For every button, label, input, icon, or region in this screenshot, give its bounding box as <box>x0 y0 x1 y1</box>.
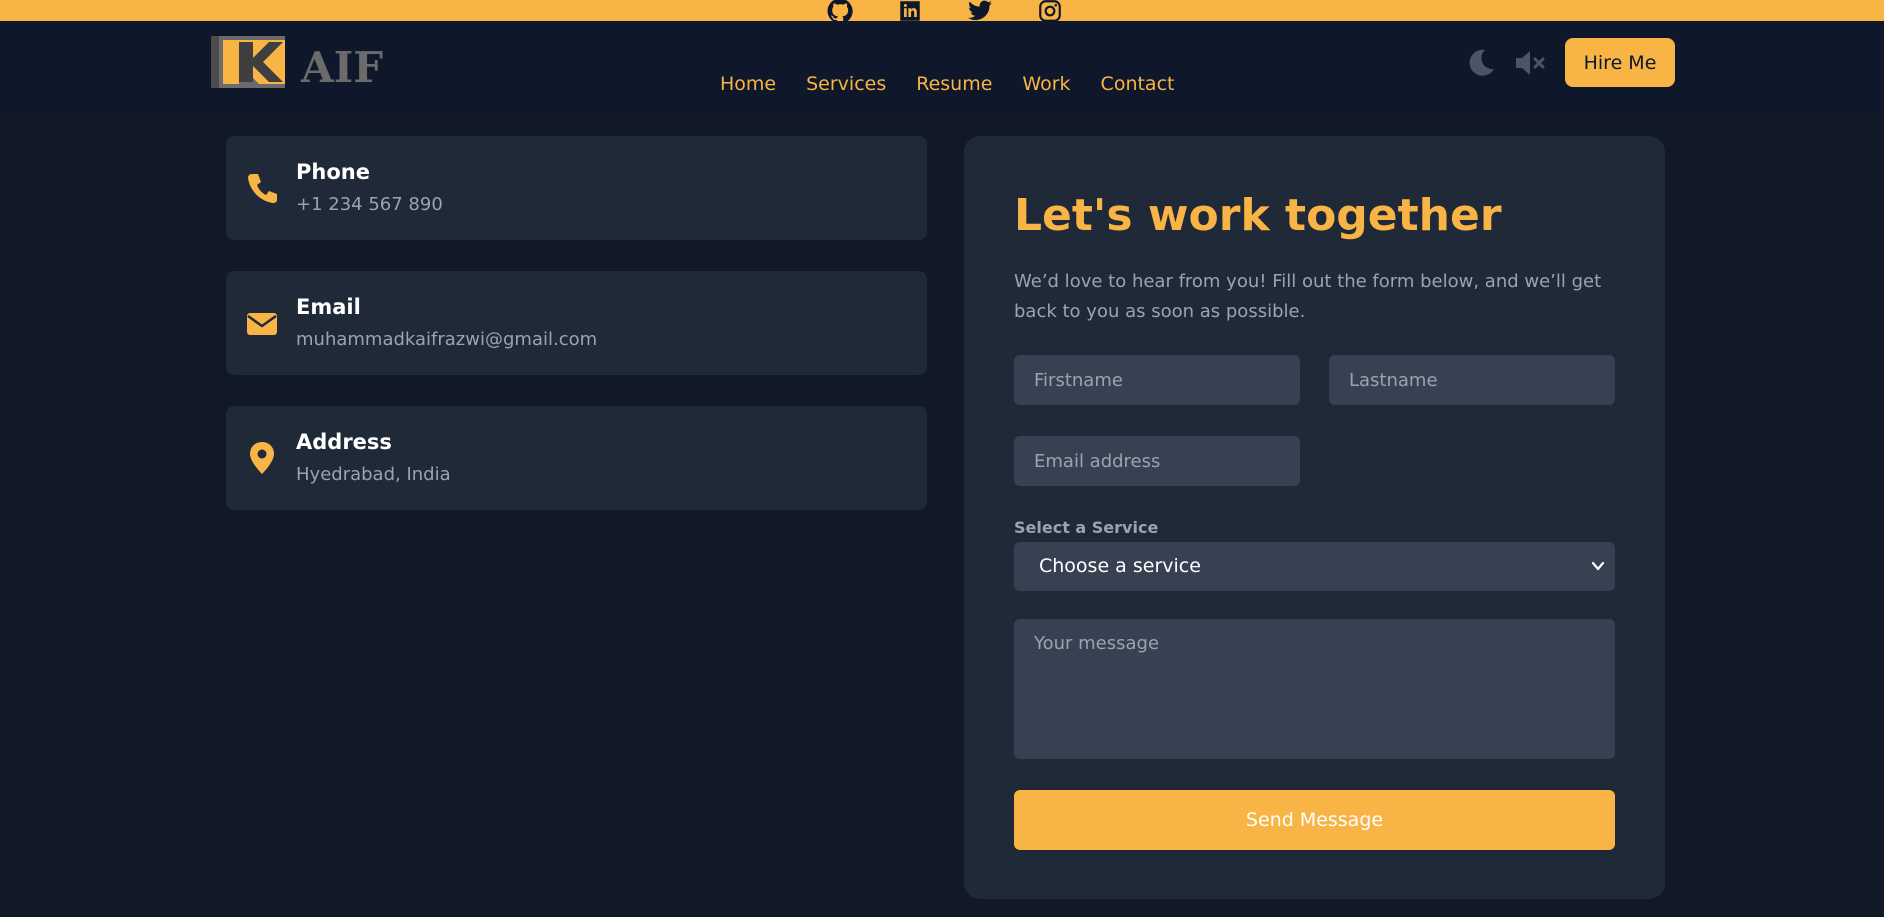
site-header: AIF Home Services Resume Work Contact Hi… <box>0 21 1884 113</box>
site-logo[interactable]: AIF <box>209 34 425 90</box>
service-select-value: Choose a service <box>1039 555 1201 577</box>
nav-work[interactable]: Work <box>1022 73 1070 95</box>
twitter-icon[interactable] <box>966 0 994 22</box>
form-intro: We’d love to hear from you! Fill out the… <box>1014 271 1602 322</box>
card-value: +1 234 567 890 <box>296 194 443 215</box>
map-pin-icon <box>250 442 274 474</box>
hire-me-button[interactable]: Hire Me <box>1565 38 1675 87</box>
nav-resume[interactable]: Resume <box>916 73 992 95</box>
nav-contact[interactable]: Contact <box>1101 73 1175 95</box>
form-title: Let's work together <box>1014 190 1502 241</box>
chevron-down-icon <box>1591 561 1605 571</box>
envelope-icon <box>247 313 277 335</box>
card-value: Hyedrabad, India <box>296 464 451 485</box>
email-input[interactable] <box>1014 436 1300 486</box>
volume-mute-icon[interactable] <box>1514 48 1546 78</box>
svg-text:AIF: AIF <box>300 43 383 90</box>
contact-card-address: Address Hyedrabad, India <box>226 406 927 510</box>
main-nav: Home Services Resume Work Contact <box>720 73 1174 95</box>
firstname-input[interactable] <box>1014 355 1300 405</box>
lastname-input[interactable] <box>1329 355 1615 405</box>
instagram-icon[interactable] <box>1036 0 1064 22</box>
service-select[interactable]: Choose a service <box>1014 542 1615 591</box>
message-textarea[interactable] <box>1014 619 1615 759</box>
card-title: Address <box>296 430 392 454</box>
contact-form: Let's work together We’d love to hear fr… <box>964 136 1665 899</box>
moon-icon[interactable] <box>1465 47 1497 79</box>
social-bar <box>0 0 1884 23</box>
nav-services[interactable]: Services <box>806 73 886 95</box>
card-title: Phone <box>296 160 370 184</box>
contact-card-email: Email muhammadkaifrazwi@gmail.com <box>226 271 927 375</box>
card-title: Email <box>296 295 361 319</box>
linkedin-icon[interactable] <box>896 0 924 22</box>
service-select-label: Select a Service <box>1014 518 1159 537</box>
card-value: muhammadkaifrazwi@gmail.com <box>296 329 598 350</box>
send-message-button[interactable]: Send Message <box>1014 790 1615 850</box>
contact-card-phone: Phone +1 234 567 890 <box>226 136 927 240</box>
nav-home[interactable]: Home <box>720 73 776 95</box>
github-icon[interactable] <box>826 0 854 23</box>
phone-icon <box>248 174 277 203</box>
